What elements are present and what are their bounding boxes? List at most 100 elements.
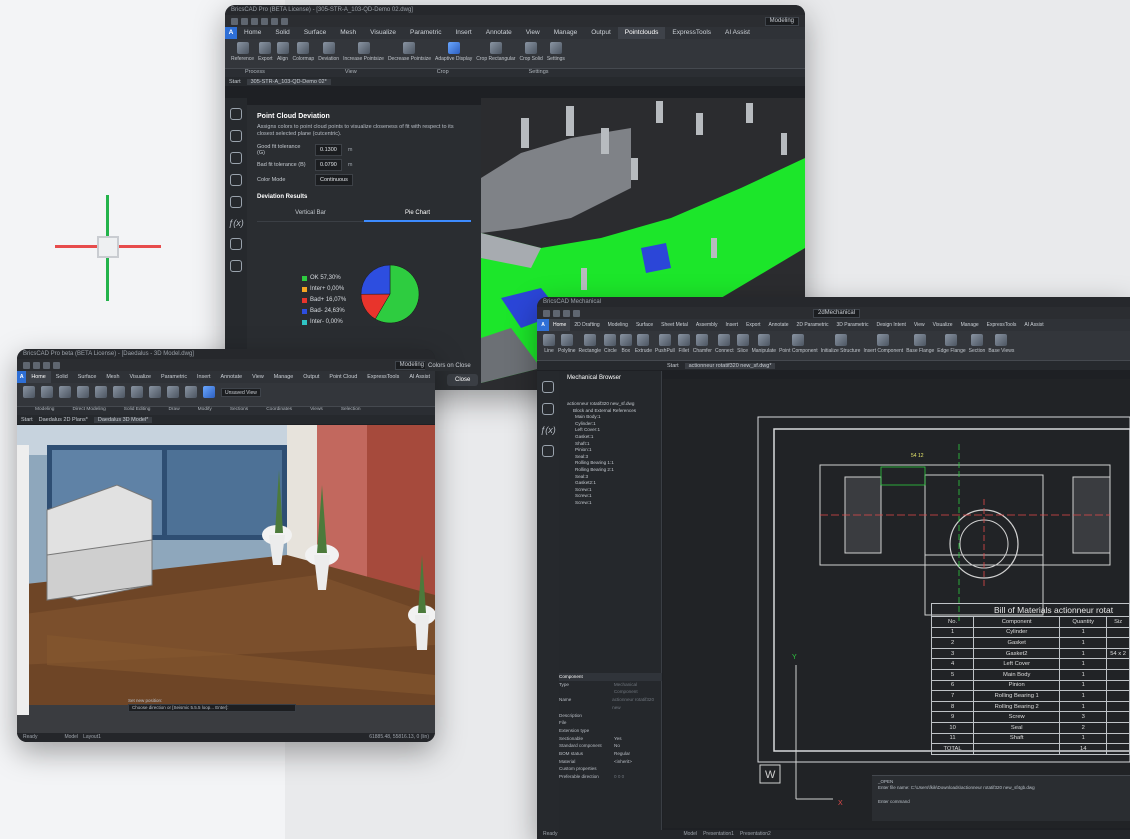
extrude-button[interactable]: Extrude [635,334,652,357]
start-tab[interactable]: Start [667,363,679,369]
polyline-button[interactable]: Polyline [558,334,576,357]
color-mode-select[interactable]: Continuous [315,174,353,187]
tree-item[interactable]: Cylinder:1 [567,421,661,428]
sliders-icon[interactable] [542,403,554,415]
tab-ai-assist[interactable]: AI Assist [1020,319,1047,331]
fillet-tool-button[interactable] [77,386,89,403]
fillet-button[interactable]: Fillet [677,334,690,357]
reference-button[interactable]: Reference [231,42,254,65]
tab-annotate[interactable]: Annotate [765,319,793,331]
tab-solid[interactable]: Solid [268,27,296,39]
app-menu-button[interactable]: A [17,371,27,383]
tab-manage[interactable]: Manage [547,27,585,39]
colors-on-close-label[interactable]: Colors on Close [425,361,474,371]
presentation1-tab[interactable]: Presentation1 [703,831,734,838]
slice-button[interactable]: Slice [736,334,749,357]
tree-icon[interactable] [542,445,554,457]
increase-pointsize-button[interactable]: Increase Pointsize [343,42,384,65]
insert-component-button[interactable]: Insert Component [863,334,903,357]
base-flange-button[interactable]: Base Flange [906,334,934,357]
tab-expresstools[interactable]: ExpressTools [665,27,718,39]
doc-tab[interactable]: actionneur rotatif320 new_sf.dwg* [684,362,776,369]
view-select[interactable]: Unsaved View [221,388,261,397]
tree-item[interactable]: Screw:1 [567,493,661,500]
undo-icon[interactable] [271,17,278,25]
tab-solid[interactable]: Solid [51,371,73,383]
point-component-button[interactable]: Point Component [779,334,818,357]
command-input[interactable]: Choose direction or [Seismic 5.5.5 loop.… [128,704,296,712]
open-icon[interactable] [553,309,560,317]
cmd-prompt[interactable]: Enter command [878,799,1124,805]
tree-root[interactable]: actionneur rotatif320 new_sf.dwg [567,401,661,408]
tab-surface[interactable]: Surface [632,319,657,331]
model-tab[interactable]: Model [683,831,697,838]
tab-home[interactable]: Home [549,319,571,331]
tab-visualize[interactable]: Visualize [363,27,403,39]
tab-vertical-bar[interactable]: Vertical Bar [257,206,364,223]
initialize-structure-button[interactable]: Initialize Structure [821,334,860,357]
box-tool-button[interactable] [23,386,35,403]
presentation2-tab[interactable]: Presentation2 [740,831,771,838]
workspace-select[interactable]: 2dMechanical [813,308,861,318]
tab-view[interactable]: View [247,371,269,383]
tab-mesh[interactable]: Mesh [101,371,124,383]
tree-icon[interactable] [230,238,242,250]
tab-parametric[interactable]: Parametric [156,371,192,383]
tab-insert[interactable]: Insert [448,27,478,39]
tab-pie-chart[interactable]: Pie Chart [364,206,471,223]
crop-rectangular-button[interactable]: Crop Rectangular [476,42,515,65]
base-views-button[interactable]: Base Views [988,334,1014,357]
tab-assembly[interactable]: Assembly [692,319,722,331]
layout1-tab[interactable]: Layout1 [83,734,101,741]
pushpull-tool-button[interactable] [59,386,71,403]
chamfer-button[interactable]: Chamfer [693,334,712,357]
copy-tool-button[interactable] [149,386,161,403]
model-viewport[interactable]: Set new position: Choose direction or [S… [17,425,435,733]
bulb-icon[interactable] [542,381,554,393]
tab-home[interactable]: Home [26,371,51,383]
deviation-button[interactable]: Deviation [318,42,339,65]
rectangle-button[interactable]: Rectangle [579,334,601,357]
cloud-icon[interactable] [230,260,242,272]
box-button[interactable]: Box [619,334,632,357]
tree-item[interactable]: Main Body:1 [567,414,661,421]
tree-item[interactable]: Block and External References [567,408,661,415]
tab-2d-drafting[interactable]: 2D Drafting [570,319,603,331]
tab-mesh[interactable]: Mesh [333,27,363,39]
start-tab[interactable]: Start [21,417,33,423]
workspace-select[interactable]: Modeling [394,360,429,370]
tree-item[interactable]: Seal:3 [567,454,661,461]
workspace-select[interactable]: Modeling [764,16,799,26]
save-icon[interactable] [43,361,50,369]
open-icon[interactable] [33,361,40,369]
sliders-icon[interactable] [230,130,242,142]
tab-output[interactable]: Output [584,27,618,39]
tab-visualize[interactable]: Visualize [125,371,156,383]
drawing-viewport[interactable]: 54 12 W X Y Bill of Materials actionneur… [663,379,1130,828]
redo-icon[interactable] [281,17,288,25]
model-tab[interactable]: Model [64,734,78,741]
tab-expresstools[interactable]: ExpressTools [362,371,404,383]
tree-item[interactable]: Rolling Bearing 2:1 [567,467,661,474]
tab-sheet-metal[interactable]: Sheet Metal [657,319,692,331]
tab-output[interactable]: Output [298,371,324,383]
materials-icon[interactable] [230,196,242,208]
tree-item[interactable]: Gasket2:1 [567,480,661,487]
good-fit-input[interactable]: 0.1300 [315,144,342,157]
align-button[interactable]: Align [276,42,289,65]
close-button[interactable]: Close [447,374,479,386]
app-menu-button[interactable]: A [225,27,237,39]
tab-2d-parametric[interactable]: 2D Parametric [793,319,833,331]
doc-tab-2d[interactable]: Daedalus 2D Plans* [39,417,88,423]
line-tool-button[interactable] [95,386,107,403]
tab-surface[interactable]: Surface [297,27,333,39]
tab-manage[interactable]: Manage [957,319,983,331]
new-icon[interactable] [23,361,30,369]
tab-visualize[interactable]: Visualize [929,319,957,331]
tab-ai-assist[interactable]: AI Assist [718,27,757,39]
app-menu-button[interactable]: A [537,319,549,331]
circle-tool-button[interactable] [113,386,125,403]
fx-icon[interactable]: ƒ(x) [225,218,247,228]
doc-tab[interactable]: 305-STR-A_103-QD-Demo 02* [246,78,331,85]
section-button[interactable]: Section [969,334,985,357]
